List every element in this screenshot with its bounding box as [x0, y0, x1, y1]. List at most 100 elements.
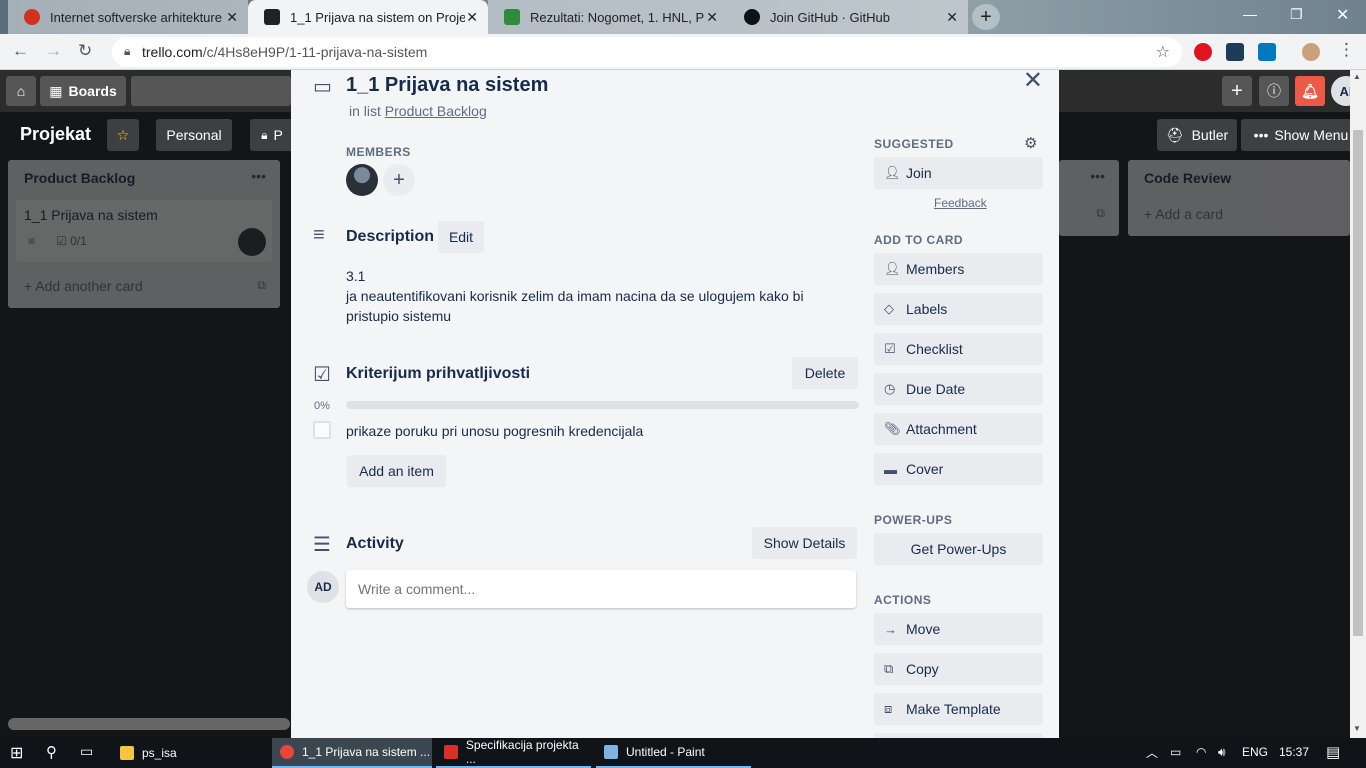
close-tab-icon[interactable]: ✕ [466, 9, 478, 26]
checklist-button[interactable]: ☑ Checklist [874, 333, 1043, 365]
language-indicator[interactable]: ENG [1242, 745, 1268, 759]
react-extension-icon[interactable] [1226, 43, 1244, 61]
volume-icon[interactable]: 🔊︎ [1218, 745, 1226, 760]
profile-avatar[interactable] [1302, 43, 1320, 61]
comment-user-avatar: AD [307, 571, 339, 603]
add-a-card-button[interactable]: + Add a card [1144, 206, 1223, 222]
browser-tab-active[interactable]: 1_1 Prijava na sistem on Projekat ✕ [248, 0, 488, 34]
new-tab-button[interactable]: + [972, 4, 1000, 30]
list-title[interactable]: Product Backlog [24, 170, 135, 186]
bookmark-star-icon[interactable]: ☆ [1156, 42, 1170, 62]
taskbar-label: Untitled - Paint [626, 745, 705, 759]
checklist-title[interactable]: Kriterijum prihvatljivosti [346, 365, 530, 383]
close-window-icon[interactable]: ✕ [1336, 5, 1349, 25]
close-tab-icon[interactable]: ✕ [706, 9, 718, 26]
attachment-label: Attachment [906, 421, 977, 437]
member-avatar[interactable] [346, 164, 378, 196]
list-card[interactable]: 1_1 Prijava na sistem ≡ ☑ 0/1 [16, 200, 272, 262]
tray-chevron-icon[interactable]: ︿ [1146, 744, 1158, 761]
show-menu-button[interactable]: ••• Show Menu [1241, 119, 1361, 151]
labels-button[interactable]: ◇ Labels [874, 293, 1043, 325]
forward-icon[interactable]: → [45, 41, 62, 61]
wifi-icon[interactable]: ◠ [1196, 745, 1206, 759]
home-button[interactable]: ⌂ [6, 76, 36, 106]
trello-extension-icon[interactable] [1258, 43, 1276, 61]
show-details-button[interactable]: Show Details [752, 527, 857, 559]
scroll-up-icon[interactable]: ▲ [1353, 72, 1361, 81]
scrollbar-thumb[interactable] [1353, 130, 1363, 636]
privacy-button[interactable]: 🔒︎ P [250, 119, 294, 151]
team-visibility-button[interactable]: Personal [156, 119, 232, 151]
notifications-icon[interactable]: ▤ [1326, 743, 1340, 761]
make-template-button[interactable]: ⧈ Make Template [874, 693, 1043, 725]
copy-button[interactable]: ⧉ Copy [874, 653, 1043, 685]
butler-button[interactable]: ⛑ Butler [1157, 119, 1237, 151]
edit-description-button[interactable]: Edit [438, 221, 484, 253]
taskbar-item-explorer[interactable]: ps_isa [112, 738, 267, 768]
description-line: pristupio sistemu [346, 308, 452, 324]
gear-icon[interactable]: ⚙ [1024, 134, 1037, 152]
reload-icon[interactable]: ↻ [78, 41, 92, 61]
star-board-button[interactable]: ☆ [107, 119, 139, 151]
browser-tab[interactable]: Rezultati: Nogomet, 1. HNL, Prem ✕ [488, 0, 728, 34]
description-text[interactable]: 3.1 ja neautentifikovani korisnik zelim … [346, 266, 816, 326]
search-icon[interactable]: ⚲ [46, 743, 57, 761]
list-title[interactable]: Code Review [1144, 170, 1231, 186]
scroll-down-icon[interactable]: ▼ [1353, 724, 1361, 733]
browser-tab[interactable]: Join GitHub · GitHub ✕ [728, 0, 968, 34]
add-another-card-button[interactable]: + Add another card [24, 278, 143, 294]
page-vertical-scrollbar[interactable]: ▲ ▼ [1350, 70, 1366, 738]
checklist-item-checkbox[interactable] [313, 421, 331, 439]
actions-label: ACTIONS [874, 593, 932, 607]
members-button[interactable]: 👤︎ Members [874, 253, 1043, 285]
list-name-link[interactable]: Product Backlog [385, 103, 487, 119]
list-product-backlog: Product Backlog ••• 1_1 Prijava na siste… [8, 160, 280, 308]
board-title[interactable]: Projekat [20, 124, 91, 145]
battery-icon[interactable]: ▭ [1170, 745, 1181, 759]
add-item-button[interactable]: Add an item [347, 455, 446, 487]
arrow-right-icon: → [884, 621, 897, 637]
card-template-icon[interactable]: ⧉ [257, 278, 266, 293]
taskbar-item-pdf[interactable]: Specifikacija projekta ... [436, 738, 591, 768]
list-menu-icon[interactable]: ••• [251, 168, 266, 184]
delete-checklist-button[interactable]: Delete [792, 357, 858, 389]
feedback-link[interactable]: Feedback [934, 196, 987, 210]
task-view-icon[interactable]: ▭ [80, 743, 93, 760]
activity-icon: ☰ [313, 534, 331, 556]
close-modal-icon[interactable]: ✕ [1023, 70, 1043, 95]
windows-start-icon[interactable]: ⊞ [10, 743, 23, 763]
boards-button[interactable]: ▦ Boards [40, 76, 126, 106]
minimize-icon[interactable]: — [1243, 6, 1257, 22]
menu-dots-icon[interactable]: ⋮ [1338, 40, 1355, 60]
browser-tab[interactable]: Internet softverske arhitekture - E ✕ [8, 0, 248, 34]
restore-icon[interactable]: ❐ [1290, 6, 1303, 23]
card-template-icon[interactable]: ⧉ [1096, 206, 1105, 221]
close-tab-icon[interactable]: ✕ [946, 9, 958, 26]
board-search-input[interactable] [131, 76, 291, 106]
info-button[interactable]: ⓘ [1259, 76, 1289, 106]
cover-button[interactable]: ▬ Cover [874, 453, 1043, 485]
join-button[interactable]: 👤︎ Join [874, 157, 1043, 189]
create-button[interactable]: + [1222, 76, 1252, 106]
attachment-button[interactable]: 📎︎ Attachment [874, 413, 1043, 445]
notifications-button[interactable]: 🔔︎ [1295, 76, 1325, 106]
trello-favicon-icon [264, 9, 280, 25]
comment-input[interactable] [346, 570, 856, 608]
list-menu-icon[interactable]: ••• [1090, 168, 1105, 184]
due-date-button[interactable]: ◷ Due Date [874, 373, 1043, 405]
move-button[interactable]: → Move [874, 613, 1043, 645]
close-tab-icon[interactable]: ✕ [226, 9, 238, 26]
clock[interactable]: 15:37 [1279, 745, 1309, 759]
checklist-item-text[interactable]: prikaze poruku pri unosu pogresnih krede… [346, 423, 643, 439]
taskbar-item-chrome[interactable]: 1_1 Prijava na sistem ... [272, 738, 432, 768]
omnibox[interactable]: 🔒︎ trello.com/c/4Hs8eH9P/1-11-prijava-na… [112, 37, 1182, 67]
get-power-ups-button[interactable]: Get Power-Ups [874, 533, 1043, 565]
add-member-button[interactable]: + [383, 164, 415, 196]
in-list-prefix: in list [349, 103, 381, 119]
url-text[interactable]: trello.com/c/4Hs8eH9P/1-11-prijava-na-si… [142, 44, 427, 60]
taskbar-item-paint[interactable]: Untitled - Paint [596, 738, 751, 768]
back-icon[interactable]: ← [12, 41, 29, 61]
card-title[interactable]: 1_1 Prijava na sistem [346, 74, 548, 97]
board-horizontal-scrollbar[interactable] [8, 718, 290, 730]
opera-extension-icon[interactable] [1194, 43, 1212, 61]
